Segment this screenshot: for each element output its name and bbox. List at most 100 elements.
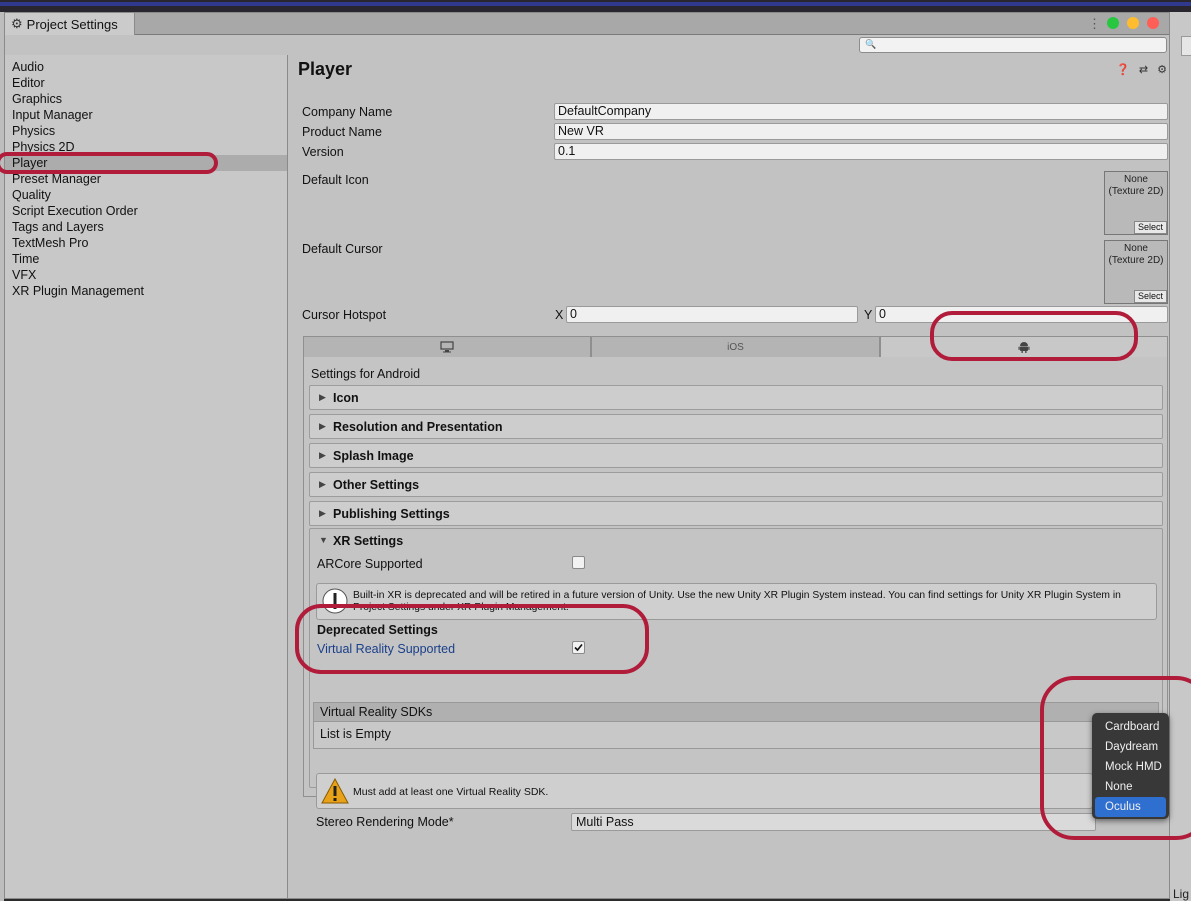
android-settings-panel: Settings for Android ▶ Icon ▶ Resolution a… (303, 357, 1168, 831)
chevron-down-icon[interactable]: ▼ (319, 535, 328, 545)
product-name-label: Product Name (302, 125, 382, 139)
sidebar-item-player[interactable]: Player (5, 155, 287, 171)
stereo-rendering-label: Stereo Rendering Mode* (316, 815, 454, 829)
sidebar-item-tags-and-layers[interactable]: Tags and Layers (5, 219, 287, 235)
sidebar-item-physics[interactable]: Physics (5, 123, 287, 139)
sidebar-item-preset-manager[interactable]: Preset Manager (5, 171, 287, 187)
foldout-label: Splash Image (333, 449, 414, 463)
xr-settings-section: ▼ XR Settings ARCore Supported Built-in … (309, 528, 1163, 788)
checkmark-icon (574, 643, 583, 652)
sidebar-item-time[interactable]: Time (5, 251, 287, 267)
android-icon (1018, 342, 1030, 353)
tab-android[interactable] (879, 336, 1168, 358)
stereo-rendering-dropdown[interactable]: Multi Pass (571, 813, 1096, 831)
platform-tabs: iOS (303, 336, 1168, 358)
default-icon-slot[interactable]: None (Texture 2D) Select (1104, 171, 1168, 235)
menu-item-cardboard[interactable]: Cardboard (1095, 717, 1166, 737)
select-cursor-button[interactable]: Select (1133, 290, 1167, 303)
xr-deprecated-message: Built-in XR is deprecated and will be re… (353, 590, 1121, 613)
minimize-button[interactable] (1127, 17, 1139, 29)
menu-item-mock-hmd[interactable]: Mock HMD (1095, 757, 1166, 777)
foldout-label: Other Settings (333, 478, 420, 492)
xr-settings-title[interactable]: XR Settings (333, 534, 403, 548)
settings-for-label: Settings for Android (311, 367, 421, 381)
deprecated-settings-heading: Deprecated Settings (317, 623, 438, 637)
foldout-icon[interactable]: ▶ Icon (309, 385, 1163, 410)
tab-standalone[interactable] (303, 336, 592, 358)
version-label: Version (302, 145, 344, 159)
maximize-button[interactable] (1107, 17, 1119, 29)
chevron-right-icon: ▶ (319, 508, 326, 518)
more-options-icon[interactable]: ⋮ (1088, 16, 1101, 32)
desktop-menu-band (0, 2, 1191, 6)
settings-sidebar: Audio Editor Graphics Input Manager Phys… (5, 55, 288, 898)
vr-sdk-warning-helpbox: Must add at least one Virtual Reality SD… (316, 773, 1093, 809)
window-title: Project Settings (26, 16, 118, 32)
sidebar-item-textmesh-pro[interactable]: TextMesh Pro (5, 235, 287, 251)
vr-sdk-warning-message: Must add at least one Virtual Reality SD… (353, 786, 549, 798)
default-cursor-label: Default Cursor (302, 242, 383, 256)
monitor-icon (440, 341, 454, 353)
page-title: Player (298, 59, 353, 79)
menu-item-daydream[interactable]: Daydream (1095, 737, 1166, 757)
search-icon: 🔍 (865, 39, 877, 49)
sidebar-item-audio[interactable]: Audio (5, 59, 287, 75)
arcore-checkbox[interactable] (572, 556, 585, 569)
company-name-label: Company Name (302, 105, 393, 119)
menu-item-none[interactable]: None (1095, 777, 1166, 797)
info-icon (322, 588, 348, 614)
default-cursor-slot[interactable]: None (Texture 2D) Select (1104, 240, 1168, 304)
sidebar-item-physics-2d[interactable]: Physics 2D (5, 139, 287, 155)
foldout-splash-image[interactable]: ▶ Splash Image (309, 443, 1163, 468)
sidebar-item-xr-plugin-management[interactable]: XR Plugin Management (5, 283, 287, 299)
chevron-right-icon: ▶ (319, 450, 326, 460)
vr-sdk-popup-menu: Cardboard Daydream Mock HMD None Oculus (1092, 713, 1169, 819)
search-bar: 🔍 (5, 35, 1169, 55)
sidebar-item-vfx[interactable]: VFX (5, 267, 287, 283)
foldout-other-settings[interactable]: ▶ Other Settings (309, 472, 1163, 497)
gear-icon: ⚙ (11, 16, 23, 31)
vr-sdks-header: Virtual Reality SDKs (313, 702, 1159, 722)
texture-none-text: None (Texture 2D) (1108, 243, 1164, 266)
background-text: Lig (1173, 887, 1190, 901)
sidebar-item-graphics[interactable]: Graphics (5, 91, 287, 107)
sidebar-item-quality[interactable]: Quality (5, 187, 287, 203)
settings-gear-icon[interactable]: ⚙ (1157, 63, 1167, 76)
vr-supported-label: Virtual Reality Supported (317, 642, 456, 656)
sidebar-item-input-manager[interactable]: Input Manager (5, 107, 287, 123)
sidebar-item-script-execution-order[interactable]: Script Execution Order (5, 203, 287, 219)
background-button (1181, 36, 1191, 56)
hotspot-x-field[interactable]: 0 (566, 306, 858, 323)
cursor-hotspot-label: Cursor Hotspot (302, 308, 387, 322)
chevron-right-icon: ▶ (319, 421, 326, 431)
window-tab[interactable]: ⚙ Project Settings (5, 13, 135, 35)
arcore-label: ARCore Supported (317, 557, 423, 571)
foldout-publishing-settings[interactable]: ▶ Publishing Settings (309, 501, 1163, 526)
product-name-field[interactable]: New VR (554, 123, 1168, 140)
version-field[interactable]: 0.1 (554, 143, 1168, 160)
vr-supported-checkbox[interactable] (572, 641, 585, 654)
title-bar: ⚙ Project Settings ⋮ (5, 13, 1169, 35)
presets-icon[interactable]: ⇄ (1139, 63, 1148, 76)
xr-deprecated-helpbox: Built-in XR is deprecated and will be re… (316, 583, 1157, 620)
company-name-field[interactable]: DefaultCompany (554, 103, 1168, 120)
close-button[interactable] (1147, 17, 1159, 29)
header-icons: ❓ ⇄ ⚙ (1116, 63, 1167, 76)
hotspot-y-label: Y (864, 308, 873, 322)
search-input[interactable]: 🔍 (859, 37, 1167, 53)
background-window-right: Lig (1170, 12, 1191, 901)
sidebar-item-editor[interactable]: Editor (5, 75, 287, 91)
hotspot-y-field[interactable]: 0 (875, 306, 1168, 323)
foldout-resolution[interactable]: ▶ Resolution and Presentation (309, 414, 1163, 439)
warning-icon (321, 778, 349, 804)
vr-sdks-list: List is Empty (313, 722, 1159, 749)
texture-none-text: None (Texture 2D) (1108, 174, 1164, 197)
chevron-right-icon: ▶ (319, 392, 326, 402)
player-settings-panel: Player ❓ ⇄ ⚙ Company Name DefaultCompany… (289, 55, 1169, 898)
tab-ios[interactable]: iOS (591, 336, 880, 358)
help-icon[interactable]: ❓ (1116, 63, 1130, 76)
default-icon-label: Default Icon (302, 173, 369, 187)
menu-item-oculus[interactable]: Oculus (1095, 797, 1166, 817)
select-icon-button[interactable]: Select (1133, 221, 1167, 234)
chevron-right-icon: ▶ (319, 479, 326, 489)
